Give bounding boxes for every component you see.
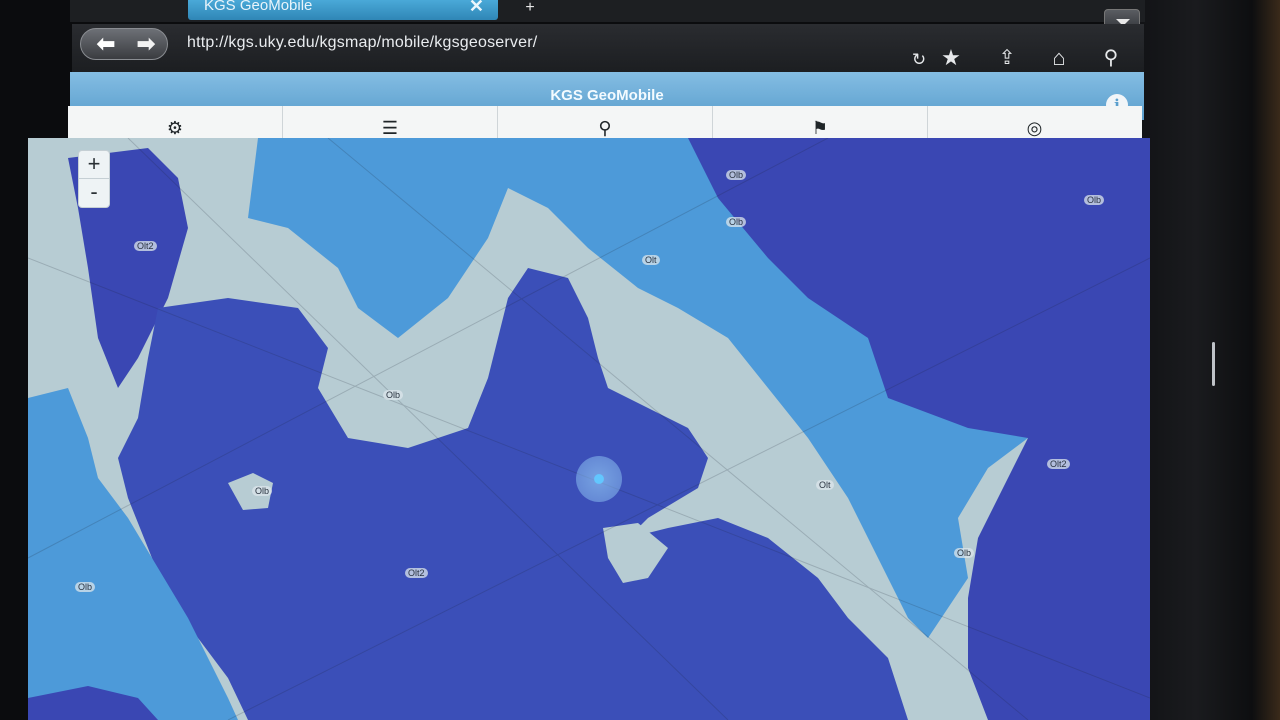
browser-tab[interactable]: KGS GeoMobile ✕ [188, 0, 498, 20]
gear-icon: ⚙ [166, 118, 184, 138]
current-location-marker[interactable] [576, 456, 622, 502]
unit-label[interactable]: Olb [726, 170, 747, 180]
close-icon[interactable]: ✕ [469, 0, 484, 17]
search-icon[interactable]: ⚲ [1098, 48, 1124, 74]
flag-icon: ⚑ [811, 118, 829, 138]
new-tab-button[interactable]: + [515, 0, 545, 18]
zoom-out-button[interactable]: - [79, 179, 109, 206]
map-view[interactable]: Olt2 Olb Olb Olt2 Olb Olt Olt Olb Olt2 O… [28, 138, 1150, 720]
unit-label[interactable]: Olb [383, 390, 404, 400]
app-title: KGS GeoMobile [550, 87, 664, 104]
pin-icon: ⚲ [598, 118, 612, 138]
share-icon[interactable]: ⇪ [994, 48, 1020, 74]
unit-label[interactable]: Olb [726, 217, 747, 227]
unit-label[interactable]: Olt [642, 255, 660, 265]
star-icon[interactable]: ★ [938, 47, 964, 74]
unit-label[interactable]: Olt2 [134, 241, 157, 251]
list-icon: ☰ [381, 118, 399, 138]
unit-label[interactable]: Olt2 [405, 568, 428, 578]
tab-title: KGS GeoMobile [204, 0, 313, 14]
locate-icon: ◎ [1026, 118, 1043, 138]
device-slot [1212, 342, 1215, 386]
browser-toolbar: ⬅ ➡ http://kgs.uky.edu/kgsmap/mobile/kgs… [72, 24, 1144, 72]
forward-icon[interactable]: ➡ [131, 33, 161, 55]
back-icon[interactable]: ⬅ [91, 33, 121, 55]
home-icon[interactable]: ⌂ [1046, 47, 1072, 74]
unit-label[interactable]: Olt [816, 480, 834, 490]
unit-label[interactable]: Olb [75, 582, 96, 592]
unit-label[interactable]: Olb [954, 548, 975, 558]
unit-label[interactable]: Olb [1084, 195, 1105, 205]
zoom-control: + - [78, 150, 110, 208]
navigation-buttons: ⬅ ➡ [80, 28, 168, 60]
browser-tabbar: KGS GeoMobile ✕ + [70, 0, 1145, 22]
unit-label[interactable]: Olb [252, 486, 273, 496]
device-bezel [1140, 0, 1280, 720]
geology-map-layer [28, 138, 1150, 720]
unit-label[interactable]: Olt2 [1047, 459, 1070, 469]
address-bar[interactable]: http://kgs.uky.edu/kgsmap/mobile/kgsgeos… [182, 30, 1012, 58]
url-text[interactable]: http://kgs.uky.edu/kgsmap/mobile/kgsgeos… [187, 34, 537, 52]
zoom-in-button[interactable]: + [79, 151, 109, 179]
